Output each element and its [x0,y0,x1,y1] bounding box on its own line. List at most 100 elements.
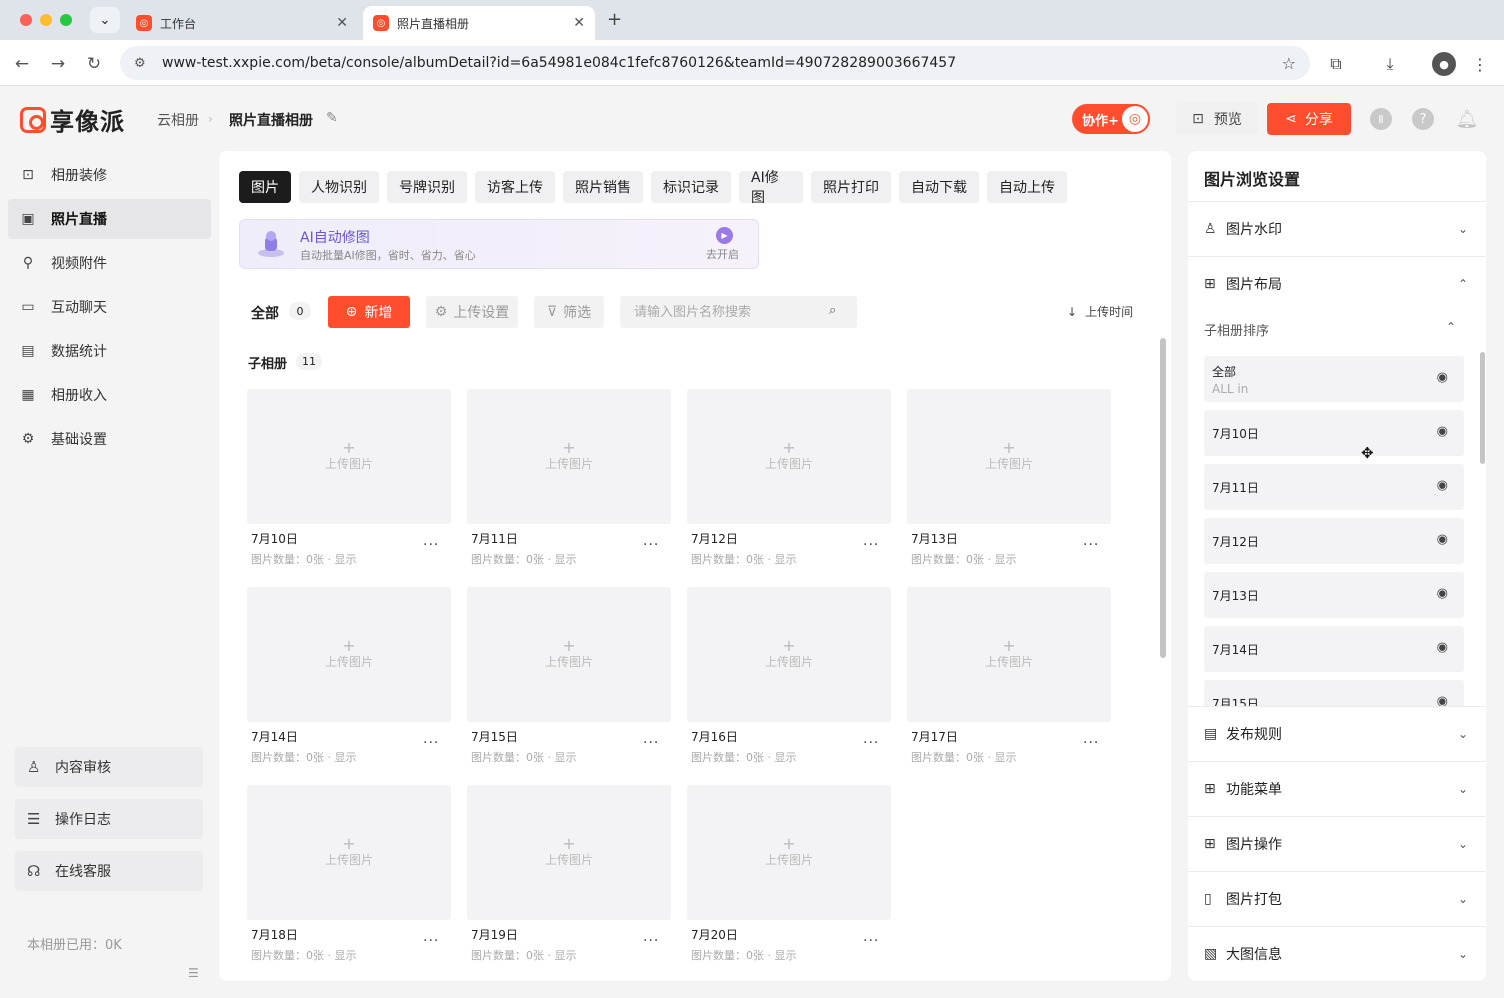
filter-all-label[interactable]: 全部 [251,303,279,323]
browser-menu-icon[interactable]: ⋮ [1468,52,1492,76]
sidebar-item-chat[interactable]: ▭ 互动聊天 [8,287,211,327]
profile-avatar[interactable]: ● [1432,52,1456,76]
sub-album-card[interactable]: + 上传图片 7月18日 图片数量：0张 · 显示 ··· [247,785,451,965]
share-button[interactable]: ⋖ 分享 [1267,103,1351,135]
sort-collapse-icon[interactable]: ⌃ [1446,320,1456,334]
upload-placeholder[interactable]: + 上传图片 [467,587,671,722]
tab-5[interactable]: 标识记录 [651,171,731,203]
sub-album-card[interactable]: + 上传图片 7月17日 图片数量：0张 · 显示 ··· [907,587,1111,767]
tab-4[interactable]: 照片销售 [563,171,643,203]
tab-search-dropdown-icon[interactable]: ⌄ [90,7,120,33]
ai-enable-link[interactable]: 去开启 [706,246,739,262]
browser-tab-workbench[interactable]: ◎ 工作台 ✕ [126,6,358,40]
add-button[interactable]: ⊕ 新增 [328,296,410,328]
sub-album-card[interactable]: + 上传图片 7月11日 图片数量：0张 · 显示 ··· [467,389,671,569]
user-avatar[interactable]: Ⅱ [1370,108,1392,130]
sort-item[interactable]: 7月14日 ◉ [1204,626,1464,672]
more-options-icon[interactable]: ··· [863,735,879,751]
download-icon[interactable]: ⤓ [1378,52,1402,76]
new-tab-icon[interactable]: + [607,9,622,30]
online-support-button[interactable]: ☊ 在线客服 [15,851,203,891]
sub-album-card[interactable]: + 上传图片 7月16日 图片数量：0张 · 显示 ··· [687,587,891,767]
bookmark-star-icon[interactable]: ☆ [1282,54,1296,73]
section-image-package[interactable]: ▯ 图片打包 ⌄ [1188,871,1486,926]
app-logo[interactable]: 享像派 [20,102,125,137]
window-minimize-dot[interactable] [40,14,52,26]
visibility-eye-icon[interactable]: ◉ [1437,586,1448,601]
upload-placeholder[interactable]: + 上传图片 [687,785,891,920]
sidebar-item-photo-live[interactable]: ▣ 照片直播 [8,199,211,239]
sort-item[interactable]: 7月13日 ◉ [1204,572,1464,618]
sidebar-item-video-attachment[interactable]: ⚲ 视频附件 [8,243,211,283]
sub-album-card[interactable]: + 上传图片 7月19日 图片数量：0张 · 显示 ··· [467,785,671,965]
more-options-icon[interactable]: ··· [1083,735,1099,751]
more-options-icon[interactable]: ··· [423,735,439,751]
collaborator-avatar[interactable]: ◎ [1120,104,1150,134]
breadcrumb-cloud-album[interactable]: 云相册 [157,110,199,130]
sidebar-item-stats[interactable]: ▤ 数据统计 [8,331,211,371]
section-publish-rules[interactable]: ▤ 发布规则 ⌄ [1188,706,1486,761]
tab-close-icon[interactable]: ✕ [336,15,348,31]
sort-item[interactable]: 7月12日 ◉ [1204,518,1464,564]
tab-0[interactable]: 图片 [239,171,291,203]
upload-placeholder[interactable]: + 上传图片 [247,389,451,524]
visibility-eye-icon[interactable]: ◉ [1437,640,1448,655]
content-review-button[interactable]: ♙ 内容审核 [15,747,203,787]
upload-placeholder[interactable]: + 上传图片 [467,389,671,524]
upload-placeholder[interactable]: + 上传图片 [907,587,1111,722]
search-icon[interactable]: ⌕ [829,303,836,318]
preview-button[interactable]: ⊡ 预览 [1176,103,1258,135]
section-function-menu[interactable]: ⊞ 功能菜单 ⌄ [1188,761,1486,816]
settings-scrollbar[interactable] [1480,352,1485,464]
section-big-image-info[interactable]: ▧ 大图信息 ⌄ [1188,926,1486,981]
tab-3[interactable]: 访客上传 [475,171,555,203]
tab-close-icon[interactable]: ✕ [573,15,585,31]
sub-album-card[interactable]: + 上传图片 7月10日 图片数量：0张 · 显示 ··· [247,389,451,569]
window-close-dot[interactable] [20,14,32,26]
more-options-icon[interactable]: ··· [423,537,439,553]
reload-icon[interactable]: ↻ [82,52,106,76]
url-field[interactable]: ⚙ www-test.xxpie.com/beta/console/albumD… [120,46,1310,80]
sub-album-card[interactable]: + 上传图片 7月20日 图片数量：0张 · 显示 ··· [687,785,891,965]
tab-9[interactable]: 自动上传 [987,171,1067,203]
tab-2[interactable]: 号牌识别 [387,171,467,203]
upload-placeholder[interactable]: + 上传图片 [247,785,451,920]
more-options-icon[interactable]: ··· [643,933,659,949]
window-zoom-dot[interactable] [60,14,72,26]
site-info-icon[interactable]: ⚙ [134,56,152,71]
upload-placeholder[interactable]: + 上传图片 [467,785,671,920]
upload-placeholder[interactable]: + 上传图片 [907,389,1111,524]
main-scrollbar[interactable] [1160,338,1166,658]
visibility-eye-icon[interactable]: ◉ [1437,424,1448,439]
browser-tab-album[interactable]: ◎ 照片直播相册 ✕ [363,6,595,40]
forward-icon[interactable]: → [46,52,70,76]
more-options-icon[interactable]: ··· [863,933,879,949]
more-options-icon[interactable]: ··· [863,537,879,553]
upload-placeholder[interactable]: + 上传图片 [247,587,451,722]
sidebar-item-income[interactable]: ▦ 相册收入 [8,375,211,415]
more-options-icon[interactable]: ··· [1083,537,1099,553]
visibility-eye-icon[interactable]: ◉ [1437,532,1448,547]
more-options-icon[interactable]: ··· [643,537,659,553]
collapse-sidebar-icon[interactable]: ☰ [188,966,199,980]
sort-item[interactable]: 全部 ALL in ◉ [1204,356,1464,402]
sub-album-card[interactable]: + 上传图片 7月14日 图片数量：0张 · 显示 ··· [247,587,451,767]
section-watermark[interactable]: ♙ 图片水印 ⌄ [1188,201,1486,256]
ai-retouch-banner[interactable]: AI自动修图 自动批量AI修图，省时、省力、省心 ▶ 去开启 [239,219,759,269]
more-options-icon[interactable]: ··· [643,735,659,751]
upload-settings-button[interactable]: ⚙ 上传设置 [426,296,518,328]
section-layout[interactable]: ⊞ 图片布局 ⌃ [1188,256,1486,311]
more-options-icon[interactable]: ··· [423,933,439,949]
notification-bell-icon[interactable]: 🔔︎ [1456,108,1479,130]
edit-title-icon[interactable]: ✎ [326,110,338,126]
sort-item[interactable]: 7月11日 ◉ [1204,464,1464,510]
help-icon[interactable]: ? [1412,108,1434,130]
visibility-eye-icon[interactable]: ◉ [1437,370,1448,385]
sidebar-item-settings[interactable]: ⚙ 基础设置 [8,419,211,459]
tab-7[interactable]: 照片打印 [811,171,891,203]
operation-log-button[interactable]: ☰ 操作日志 [15,799,203,839]
sub-album-card[interactable]: + 上传图片 7月13日 图片数量：0张 · 显示 ··· [907,389,1111,569]
sidebar-item-album-decor[interactable]: ⊡ 相册装修 [8,155,211,195]
extensions-icon[interactable]: ⧉ [1324,52,1348,76]
tab-6[interactable]: AI修图 [739,170,803,206]
